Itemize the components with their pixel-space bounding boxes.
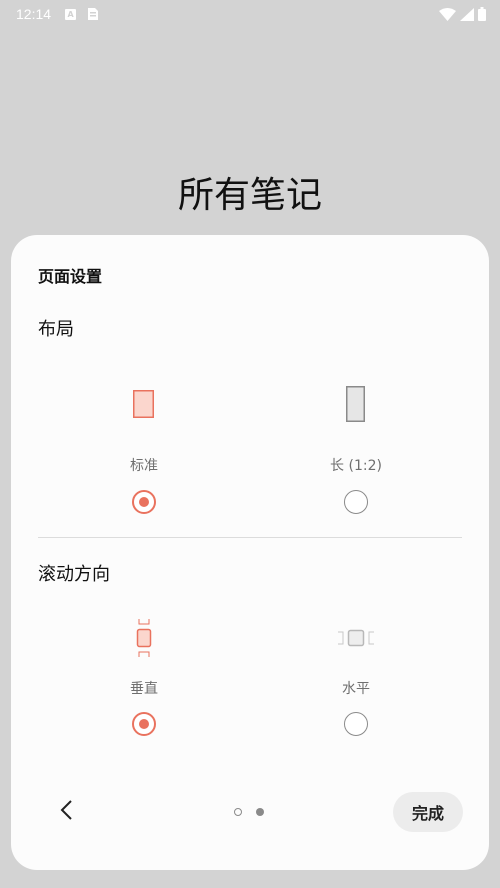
horizontal-label: 水平 xyxy=(342,681,370,697)
long-label: 长 (1:2) xyxy=(330,458,382,474)
sheet-title: 页面设置 xyxy=(38,267,103,286)
horizontal-radio[interactable] xyxy=(344,712,368,736)
section-divider xyxy=(38,537,462,538)
status-time: 12:14 xyxy=(16,6,52,22)
standard-label: 标准 xyxy=(130,458,158,474)
battery-icon xyxy=(478,6,486,25)
page-title: 所有笔记 xyxy=(177,175,322,216)
page-dot-1 xyxy=(234,808,242,816)
sim-icon xyxy=(88,5,99,24)
vertical-radio[interactable] xyxy=(132,712,156,736)
page-indicator xyxy=(234,808,264,816)
vertical-scroll-icon xyxy=(136,618,152,662)
page-settings-sheet: 页面设置 布局 标准 长 (1:2) 滚动方向 垂直 水平 完成 xyxy=(11,235,489,870)
scroll-section-title: 滚动方向 xyxy=(38,564,110,585)
a-icon: A xyxy=(65,8,77,20)
page-dot-2 xyxy=(256,808,264,816)
standard-radio[interactable] xyxy=(132,490,156,514)
chevron-left-icon xyxy=(59,799,73,825)
horizontal-scroll-icon xyxy=(337,629,375,651)
wifi-icon xyxy=(439,6,456,25)
done-button[interactable]: 完成 xyxy=(393,792,463,832)
status-bar: 12:14 A xyxy=(0,0,500,28)
long-radio[interactable] xyxy=(344,490,368,514)
long-page-icon xyxy=(346,386,365,426)
back-button[interactable] xyxy=(51,797,81,827)
standard-page-icon xyxy=(133,390,154,422)
signal-icon xyxy=(460,6,474,25)
layout-section-title: 布局 xyxy=(38,319,74,340)
vertical-label: 垂直 xyxy=(130,681,158,697)
